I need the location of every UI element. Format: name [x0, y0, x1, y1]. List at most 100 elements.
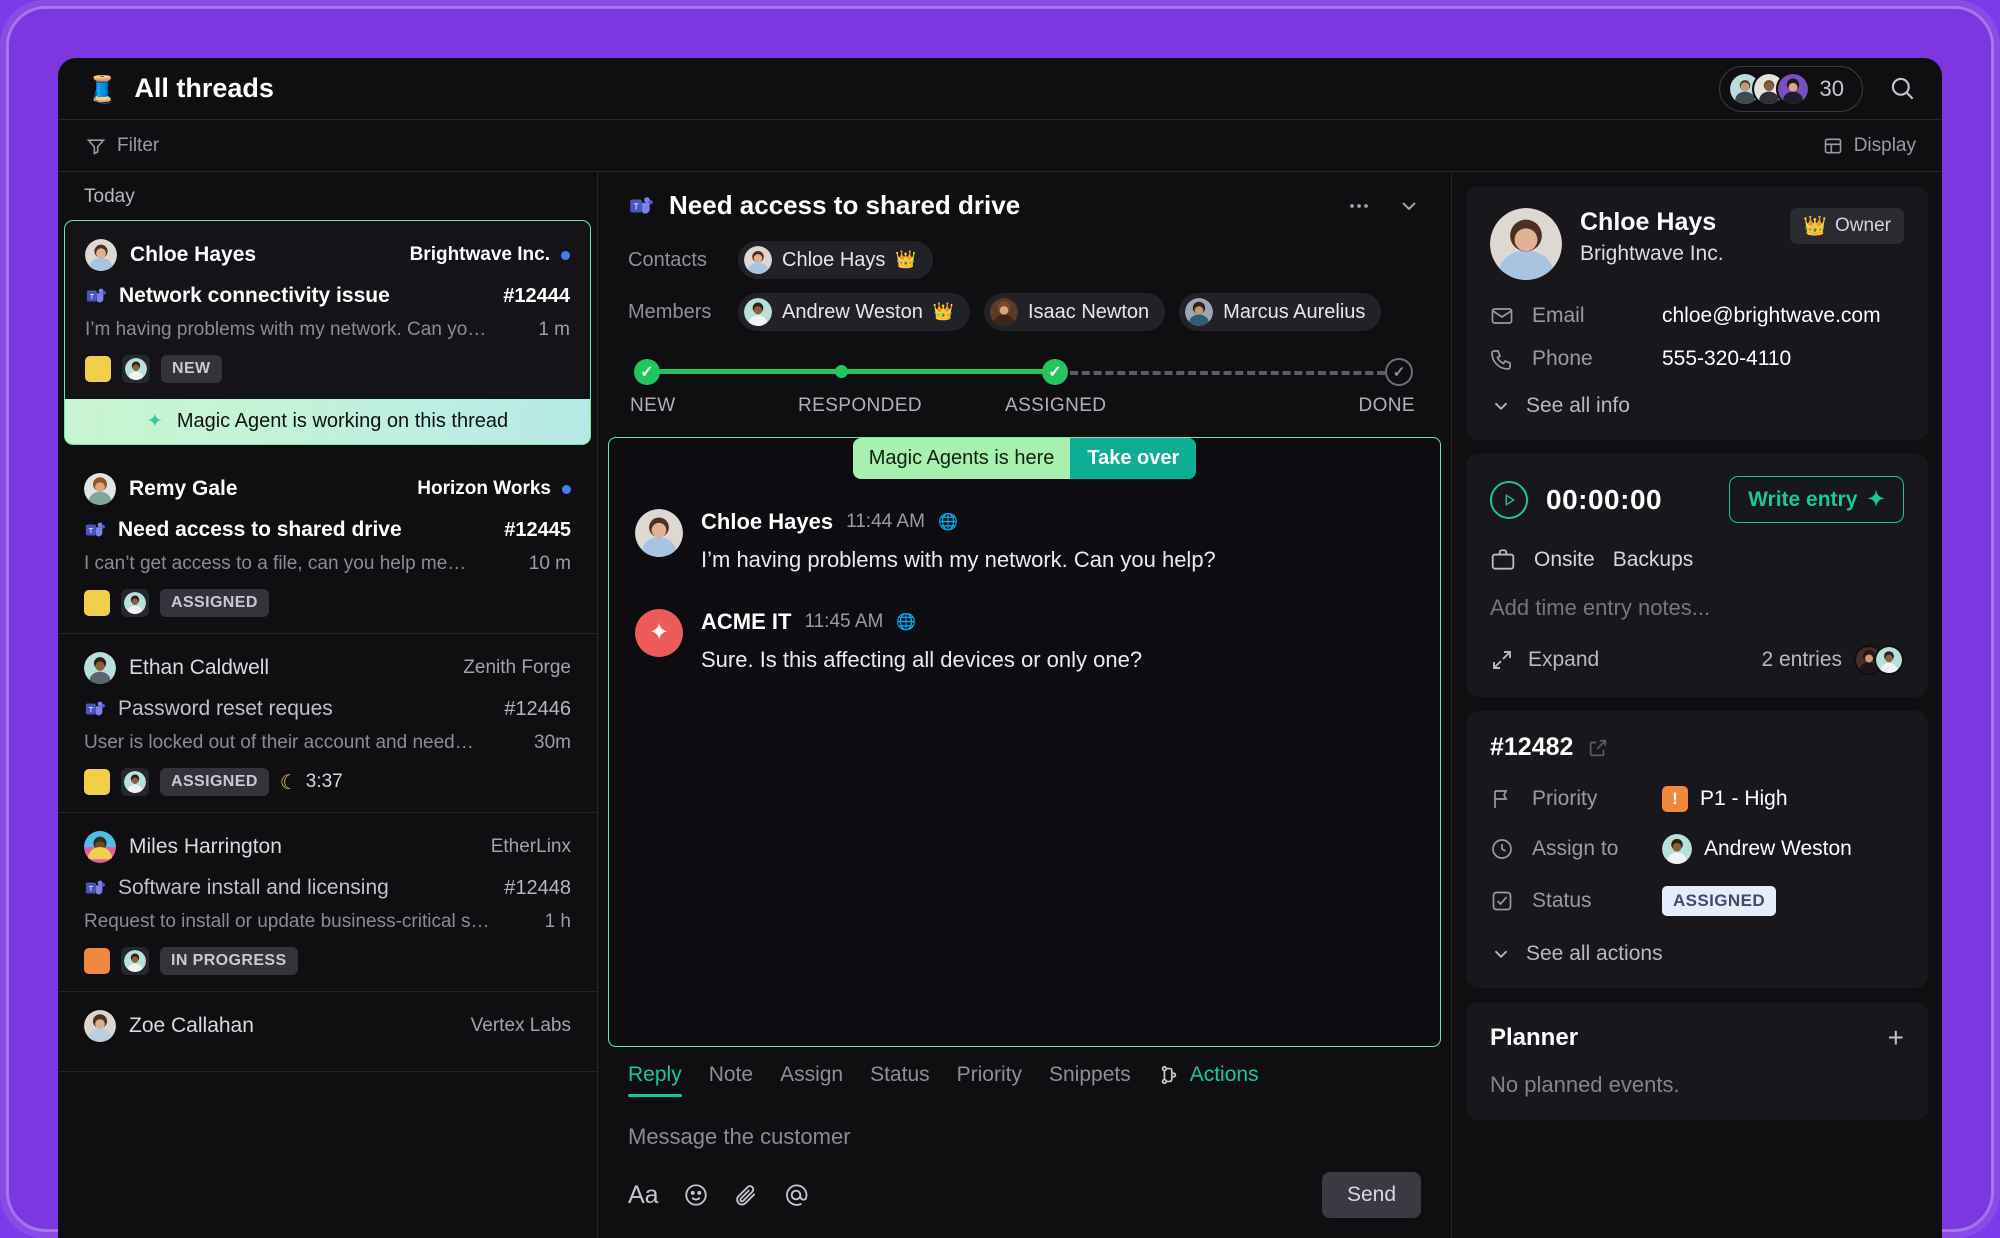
see-all-info-button[interactable]: See all info — [1490, 390, 1904, 418]
list-item[interactable]: Zoe Callahan Vertex Labs — [58, 992, 597, 1072]
svg-text:T: T — [89, 526, 94, 535]
take-over-button[interactable]: Take over — [1070, 438, 1197, 479]
tag-onsite[interactable]: Onsite — [1534, 548, 1595, 572]
assignee-chip[interactable] — [121, 947, 149, 975]
status-badge: ASSIGNED — [160, 768, 269, 796]
thread-meta-row: ASSIGNED — [84, 589, 571, 617]
priority-square — [84, 769, 110, 795]
conversation-header: T Need access to shared drive Contacts C… — [598, 172, 1451, 423]
send-button[interactable]: Send — [1321, 1172, 1421, 1218]
external-link-icon[interactable] — [1587, 737, 1609, 759]
member-chip-name: Isaac Newton — [1027, 300, 1150, 323]
checkbox-icon — [1490, 889, 1514, 913]
thread-time: 1 h — [544, 911, 571, 932]
message-author: ACME IT — [701, 608, 792, 634]
microsoft-teams-icon: T — [85, 880, 105, 895]
thread-header: Miles Harrington EtherLinx — [84, 831, 571, 863]
avatar — [125, 358, 147, 380]
emoji-icon[interactable] — [683, 1182, 709, 1208]
entries-row: Expand 2 entries — [1490, 645, 1904, 675]
avatar-stack — [1727, 71, 1810, 106]
assignee-chip[interactable] — [122, 355, 150, 383]
priority-badge-icon: ! — [1662, 786, 1688, 812]
text-format-icon[interactable]: Aa — [628, 1181, 659, 1210]
tab-status[interactable]: Status — [870, 1063, 930, 1097]
ticket-card: #12482 Priority ! P1 - High Assign to An… — [1466, 711, 1928, 988]
filter-button[interactable]: Filter — [86, 135, 159, 157]
bot-avatar: ✦ — [635, 608, 683, 657]
microsoft-teams-icon: T — [85, 701, 105, 716]
see-all-actions-button[interactable]: See all actions — [1490, 938, 1904, 966]
main-body: Today Chloe Hayes Brightwave Inc. T Netw… — [58, 172, 1942, 1238]
tab-priority[interactable]: Priority — [957, 1063, 1022, 1097]
list-item[interactable]: Ethan Caldwell Zenith Forge T Password r… — [58, 634, 597, 813]
thread-subject-row: T Need access to shared drive #12445 — [84, 518, 571, 542]
write-entry-button[interactable]: Write entry ✦ — [1729, 476, 1904, 523]
phone-row: Phone 555-320-4110 — [1490, 347, 1904, 371]
tab-actions[interactable]: Actions — [1158, 1063, 1259, 1097]
member-chip[interactable]: Isaac Newton — [983, 293, 1166, 331]
time-entry-notes-input[interactable]: Add time entry notes... — [1490, 595, 1904, 621]
message: Chloe Hayes 11:44 AM 🌐 I’m having proble… — [635, 509, 1414, 575]
contacts-row: Contacts Chloe Hays 👑 — [628, 241, 1421, 279]
tracker-node-responded[interactable] — [835, 365, 848, 378]
member-chip[interactable]: Marcus Aurelius — [1179, 293, 1382, 331]
thread-number: #12448 — [504, 876, 571, 899]
contact-header: Chloe Hays Brightwave Inc. 👑 Owner — [1490, 208, 1904, 280]
workflow-icon — [1161, 1065, 1176, 1085]
attachment-icon[interactable] — [733, 1182, 759, 1208]
more-horizontal-icon[interactable] — [1347, 194, 1371, 218]
planner-title: Planner — [1490, 1024, 1579, 1051]
display-button[interactable]: Display — [1823, 135, 1916, 157]
avatar — [124, 592, 146, 614]
thread-list-column: Today Chloe Hayes Brightwave Inc. T Netw… — [58, 172, 598, 1238]
list-item[interactable]: Chloe Hayes Brightwave Inc. T Network co… — [64, 220, 591, 399]
thread-subject: Password reset reques — [118, 697, 333, 720]
tab-note[interactable]: Note — [709, 1063, 753, 1097]
thread-contact-name: Remy Gale — [129, 477, 238, 500]
members-label: Members — [628, 300, 712, 323]
tracker-node-assigned[interactable]: ✓ — [1042, 359, 1068, 385]
contact-name: Chloe Hays — [1580, 208, 1717, 236]
assignee-chip[interactable] — [121, 768, 149, 796]
moon-icon: ☾ — [279, 771, 298, 794]
thread-org-label: Zenith Forge — [463, 657, 571, 678]
tag-backups[interactable]: Backups — [1613, 548, 1694, 572]
priority-row[interactable]: Priority ! P1 - High — [1490, 786, 1904, 812]
member-chip[interactable]: Andrew Weston 👑 — [738, 293, 970, 331]
tracker-node-done[interactable]: ✓ — [1385, 358, 1413, 386]
tab-assign[interactable]: Assign — [780, 1063, 843, 1097]
assign-value: Andrew Weston — [1662, 834, 1852, 864]
chevron-down-icon[interactable] — [1397, 194, 1421, 218]
phone-value[interactable]: 555-320-4110 — [1662, 347, 1791, 371]
tab-snippets[interactable]: Snippets — [1049, 1063, 1131, 1097]
search-icon[interactable] — [1889, 75, 1916, 102]
tracker-node-new[interactable]: ✓ — [634, 359, 660, 385]
app-frame: 🧵 All threads 30 Filter Display Today Ch… — [0, 0, 2000, 1238]
avatar — [989, 298, 1018, 326]
status-label: Status — [1532, 889, 1592, 912]
thread-list: Chloe Hayes Brightwave Inc. T Network co… — [58, 220, 597, 1238]
play-icon[interactable] — [1490, 480, 1528, 519]
assignee-chip[interactable] — [121, 589, 149, 617]
expand-icon[interactable] — [1490, 648, 1514, 672]
tab-reply[interactable]: Reply — [628, 1063, 682, 1097]
message-input[interactable]: Message the customer — [628, 1098, 1421, 1150]
thread-number: #12445 — [504, 518, 571, 541]
thread-subject: Need access to shared drive — [118, 518, 402, 541]
list-item[interactable]: Remy Gale Horizon Works T Need access to… — [58, 455, 597, 634]
assign-row[interactable]: Assign to Andrew Weston — [1490, 834, 1904, 864]
status-badge: IN PROGRESS — [160, 947, 298, 975]
funnel-icon — [86, 136, 106, 156]
magic-agent-banner[interactable]: ✦ Magic Agent is working on this thread — [64, 399, 591, 445]
thread-preview-row: User is locked out of their account and … — [84, 732, 571, 754]
mention-icon[interactable] — [783, 1182, 809, 1208]
status-tracker: ✓ ✓ ✓ NEW RESPONDED ASSIGNED DONE — [630, 353, 1415, 417]
status-row[interactable]: Status ASSIGNED — [1490, 886, 1904, 916]
contact-chip[interactable]: Chloe Hays 👑 — [738, 241, 933, 279]
members-pill[interactable]: 30 — [1718, 65, 1863, 112]
list-item[interactable]: Miles Harrington EtherLinx T Software in… — [58, 813, 597, 992]
email-value[interactable]: chloe@brightwave.com — [1662, 304, 1881, 328]
expand-label[interactable]: Expand — [1528, 648, 1599, 672]
plus-icon[interactable]: + — [1888, 1024, 1904, 1052]
